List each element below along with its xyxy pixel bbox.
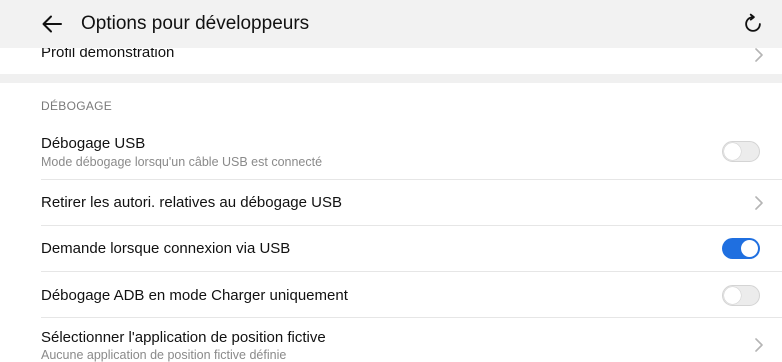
section-separator xyxy=(0,74,782,83)
setting-subtitle: Aucune application de position fictive d… xyxy=(41,348,287,362)
adb-charge-only-toggle[interactable] xyxy=(722,285,760,306)
settings-row-mock-location-app[interactable]: Sélectionner l'application de position f… xyxy=(0,318,782,362)
setting-title: Débogage USB xyxy=(41,135,146,152)
toggle-knob xyxy=(724,143,741,160)
section-header: DÉBOGAGE xyxy=(41,99,113,113)
setting-title: Demande lorsque connexion via USB xyxy=(41,240,291,257)
setting-subtitle: Mode débogage lorsqu'un câble USB est co… xyxy=(41,155,323,169)
settings-row-adb-charge-only[interactable]: Débogage ADB en mode Charger uniquement xyxy=(0,272,782,317)
settings-row-revoke-usb-authorizations[interactable]: Retirer les autori. relatives au débogag… xyxy=(0,180,782,225)
toggle-knob xyxy=(741,240,758,257)
chevron-right-icon xyxy=(755,48,763,62)
setting-title: Débogage ADB en mode Charger uniquement xyxy=(41,287,348,304)
ask-on-usb-connection-toggle[interactable] xyxy=(722,238,760,259)
usb-debugging-toggle[interactable] xyxy=(722,141,760,162)
back-button[interactable] xyxy=(38,10,66,38)
settings-row-usb-debugging[interactable]: Débogage USB Mode débogage lorsqu'un câb… xyxy=(0,127,782,179)
refresh-icon[interactable] xyxy=(742,13,764,35)
setting-title: Sélectionner l'application de position f… xyxy=(41,329,326,346)
arrow-left-icon[interactable] xyxy=(40,12,64,36)
toggle-knob xyxy=(724,287,741,304)
app-bar: Options pour développeurs xyxy=(0,0,782,48)
chevron-right-icon xyxy=(755,338,763,352)
refresh-button[interactable] xyxy=(738,9,768,39)
settings-row-ask-on-usb-connection[interactable]: Demande lorsque connexion via USB xyxy=(0,226,782,271)
page-title: Options pour développeurs xyxy=(81,13,310,34)
chevron-right-icon xyxy=(755,196,763,210)
setting-title: Retirer les autori. relatives au débogag… xyxy=(41,194,342,211)
